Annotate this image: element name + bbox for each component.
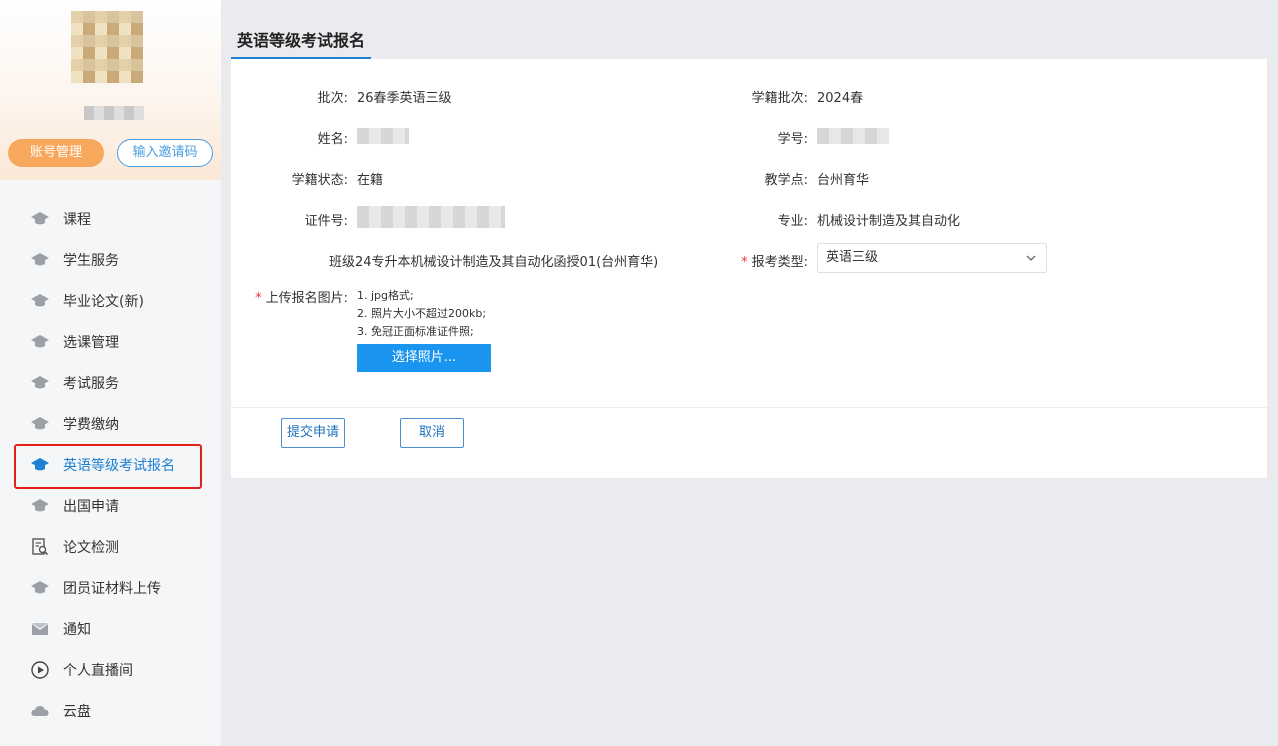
sidebar-item-6[interactable]: 学费缴纳 — [0, 403, 221, 444]
sidebar-item-label: 学费缴纳 — [63, 416, 119, 433]
sidebar-item-2[interactable]: 学生服务 — [0, 239, 221, 280]
avatar[interactable] — [71, 11, 143, 83]
sidebar: 账号管理 输入邀请码 课程学生服务毕业论文(新) 选课管理考试服务学费缴纳英语等级… — [0, 0, 221, 746]
sidebar-item-label: 课程 — [63, 211, 91, 228]
batch-value: 26春季英语三级 — [357, 91, 452, 106]
status-value: 在籍 — [357, 173, 384, 188]
sidebar-item-10[interactable]: 团员证材料上传 — [0, 567, 221, 608]
graduation-cap-icon — [30, 291, 50, 311]
major-label: 专业: — [777, 214, 808, 229]
upload-label: * 上传报名图片: — [255, 291, 348, 306]
class-info: 班级24专升本机械设计制造及其自动化函授01(台州育华) — [329, 251, 658, 270]
required-asterisk: * — [741, 255, 748, 270]
status-label: 学籍状态: — [291, 173, 348, 188]
center-label: 教学点: — [764, 173, 808, 188]
center-value: 台州育华 — [817, 173, 870, 188]
sidebar-item-label: 选课管理 — [63, 334, 119, 351]
sidebar-item-13[interactable]: 云盘 — [0, 690, 221, 731]
exam-type-select[interactable]: 英语三级 — [817, 243, 1047, 273]
graduation-cap-icon — [30, 496, 50, 516]
sidebar-item-9[interactable]: 论文检测 — [0, 526, 221, 567]
sidebar-item-5[interactable]: 考试服务 — [0, 362, 221, 403]
required-asterisk: * — [255, 291, 262, 306]
sidebar-item-7[interactable]: 英语等级考试报名 — [0, 444, 221, 489]
graduation-cap-icon — [30, 209, 50, 229]
sidebar-item-1[interactable]: 课程 — [0, 198, 221, 239]
sidebar-item-3[interactable]: 毕业论文(新) — [0, 280, 221, 321]
sidebar-item-8[interactable]: 出国申请 — [0, 485, 221, 526]
upload-hint-1: 1. jpg格式; — [357, 289, 414, 302]
play-circle-icon — [30, 660, 50, 680]
cancel-button[interactable]: 取消 — [400, 418, 464, 448]
class-label: 班级 — [329, 255, 356, 270]
sidebar-item-12[interactable]: 个人直播间 — [0, 649, 221, 690]
class-value: 24专升本机械设计制造及其自动化函授01(台州育华) — [355, 255, 659, 270]
graduation-cap-icon — [30, 414, 50, 434]
upload-hint-2: 2. 照片大小不超过200kb; — [357, 307, 487, 320]
exam-type-selected: 英语三级 — [826, 250, 879, 265]
active-item-highlight — [14, 444, 202, 489]
sidebar-item-label: 通知 — [63, 621, 91, 638]
sidebar-item-label: 学生服务 — [63, 252, 119, 269]
sidebar-item-label: 论文检测 — [63, 539, 119, 556]
envelope-icon — [30, 619, 50, 639]
document-search-icon — [30, 537, 50, 557]
sidebar-nav: 课程学生服务毕业论文(新) 选课管理考试服务学费缴纳英语等级考试报名出国申请论文检… — [0, 198, 221, 731]
sidebar-item-4[interactable]: 选课管理 — [0, 321, 221, 362]
enroll-batch-value: 2024春 — [817, 91, 864, 106]
id-number-label: 证件号: — [304, 214, 348, 229]
profile-card: 账号管理 输入邀请码 — [0, 0, 221, 180]
graduation-cap-icon — [30, 578, 50, 598]
sidebar-item-label: 个人直播间 — [63, 662, 133, 679]
student-id-redacted — [817, 128, 889, 144]
sidebar-item-label: 毕业论文(新) — [63, 293, 144, 310]
cloud-icon — [30, 701, 50, 721]
graduation-cap-icon — [30, 250, 50, 270]
sidebar-item-label: 出国申请 — [63, 498, 119, 515]
batch-label: 批次: — [317, 91, 348, 106]
username-redacted — [84, 106, 144, 120]
name-value-redacted — [357, 128, 409, 144]
exam-type-label: * 报考类型: — [741, 255, 808, 270]
enroll-batch-label: 学籍批次: — [751, 91, 808, 106]
upload-hint-3: 3. 免冠正面标准证件照; — [357, 325, 474, 338]
submit-button[interactable]: 提交申请 — [281, 418, 345, 448]
sidebar-item-label: 云盘 — [63, 703, 91, 720]
graduation-cap-icon — [30, 373, 50, 393]
sidebar-item-label: 团员证材料上传 — [63, 580, 161, 597]
student-id-label: 学号: — [777, 132, 808, 147]
choose-photo-button[interactable]: 选择照片... — [357, 344, 491, 372]
name-label: 姓名: — [317, 132, 348, 147]
account-management-button[interactable]: 账号管理 — [8, 139, 104, 167]
enter-invite-code-button[interactable]: 输入邀请码 — [117, 139, 213, 167]
sidebar-item-11[interactable]: 通知 — [0, 608, 221, 649]
chevron-down-icon — [1026, 255, 1036, 261]
divider — [231, 407, 1267, 408]
id-number-redacted — [357, 206, 505, 228]
major-value: 机械设计制造及其自动化 — [817, 214, 961, 229]
graduation-cap-icon — [30, 332, 50, 352]
page-title: 英语等级考试报名 — [231, 29, 372, 59]
sidebar-item-label: 考试服务 — [63, 375, 119, 392]
